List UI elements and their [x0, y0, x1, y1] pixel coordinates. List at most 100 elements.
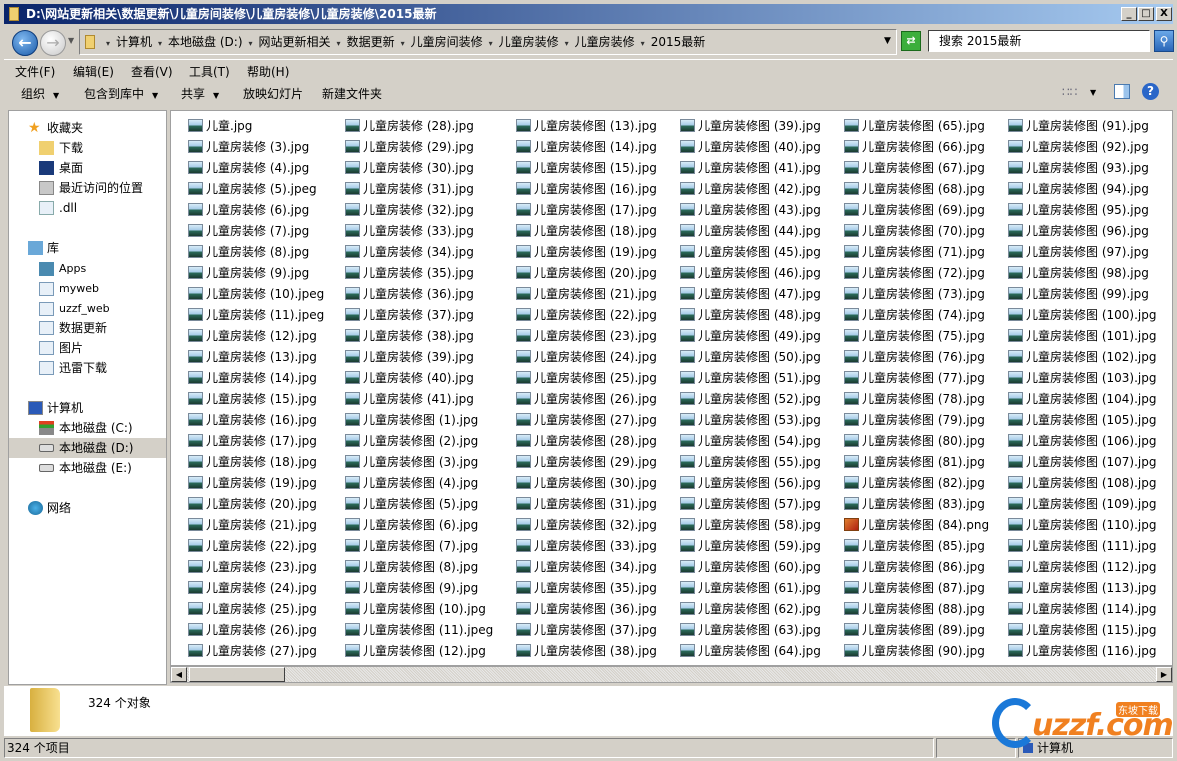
breadcrumb-item[interactable]: ▾ 儿童房装修 [565, 35, 635, 49]
breadcrumb-chevron-icon[interactable]: ▾ [337, 39, 341, 48]
nav-myweb[interactable]: myweb [9, 279, 166, 299]
breadcrumb-label: 儿童房间装修 [410, 35, 483, 49]
file-name: 儿童房装修图 (6).jpg [363, 518, 479, 532]
jpeg-image-icon [516, 602, 531, 615]
forward-button[interactable]: → [40, 30, 66, 56]
view-dropdown-icon[interactable]: ▼ [1090, 88, 1096, 97]
nav-label: 数据更新 [59, 321, 108, 335]
jpeg-image-icon [1008, 476, 1023, 489]
breadcrumb-chevron-icon[interactable]: ▾ [158, 39, 162, 48]
nav-apps[interactable]: Apps [9, 259, 166, 279]
jpeg-image-icon [844, 287, 859, 300]
nav-libraries[interactable]: 库 [9, 238, 166, 258]
scroll-left-button[interactable]: ◀ [171, 667, 187, 682]
breadcrumb-label: 儿童房装修 [498, 35, 559, 49]
breadcrumb-label: 本地磁盘 (D:) [168, 35, 243, 49]
computer-icon [28, 401, 43, 415]
file-name: 儿童房装修 (31).jpg [363, 182, 474, 196]
search-input[interactable]: 搜索 2015最新 [928, 30, 1150, 52]
jpeg-image-icon [188, 518, 203, 531]
breadcrumb-label: 2015最新 [650, 35, 706, 49]
breadcrumb-chevron-icon[interactable]: ▾ [106, 39, 110, 48]
breadcrumb-chevron-icon[interactable]: ▾ [489, 39, 493, 48]
jpeg-image-icon [844, 644, 859, 657]
menu-file[interactable]: 文件(F) [15, 63, 55, 80]
jpeg-image-icon [844, 329, 859, 342]
address-bar[interactable]: ▾ 计算机 ▾ 本地磁盘 (D:) ▾ 网站更新相关 ▾ 数据更新 ▾ 儿童房间装修 ▾ 儿童房装修 ▾… [79, 29, 897, 55]
recent-pages-dropdown[interactable]: ▼ [68, 36, 74, 45]
jpeg-image-icon [1008, 266, 1023, 279]
nav-drive-e[interactable]: 本地磁盘 (E:) [9, 458, 166, 478]
breadcrumb-item[interactable]: ▾ 数据更新 [337, 35, 395, 49]
new-folder-button[interactable]: 新建文件夹 [322, 85, 382, 102]
close-button[interactable]: X [1156, 7, 1172, 21]
menu-edit[interactable]: 编辑(E) [73, 63, 114, 80]
nav-computer[interactable]: 计算机 [9, 398, 166, 418]
nav-downloads[interactable]: 下载 [9, 138, 166, 158]
breadcrumb-item[interactable]: ▾ 网站更新相关 [249, 35, 331, 49]
jpeg-image-icon [844, 539, 859, 552]
search-icon[interactable]: ⚲ [1154, 30, 1174, 52]
nav-uzzf-web[interactable]: uzzf_web [9, 299, 166, 319]
maximize-button[interactable]: □ [1138, 7, 1154, 21]
file-name: 儿童房装修 (17).jpg [206, 434, 317, 448]
jpeg-image-icon [1008, 392, 1023, 405]
jpeg-image-icon [844, 623, 859, 636]
nav-desktop[interactable]: 桌面 [9, 158, 166, 178]
jpeg-image-icon [188, 371, 203, 384]
menu-tools[interactable]: 工具(T) [189, 63, 230, 80]
file-name: 儿童房装修图 (103).jpg [1026, 371, 1157, 385]
nav-xunlei[interactable]: 迅雷下载 [9, 358, 166, 378]
scroll-right-button[interactable]: ▶ [1156, 667, 1172, 682]
file-name: 儿童房装修 (12).jpg [206, 329, 317, 343]
breadcrumb-item[interactable]: ▾ 儿童房间装修 [401, 35, 483, 49]
menu-help[interactable]: 帮助(H) [247, 63, 289, 80]
refresh-icon[interactable]: ⇄ [901, 31, 921, 51]
breadcrumb-chevron-icon[interactable]: ▾ [401, 39, 405, 48]
breadcrumb-item[interactable]: ▾ 儿童房装修 [489, 35, 559, 49]
organize-button[interactable]: 组织 ▼ [21, 85, 59, 102]
breadcrumb-item[interactable]: ▾ 本地磁盘 (D:) [158, 35, 242, 49]
minimize-button[interactable]: _ [1121, 7, 1137, 21]
breadcrumb-chevron-icon[interactable]: ▾ [249, 39, 253, 48]
nav-network[interactable]: 网络 [9, 498, 166, 518]
help-icon[interactable]: ? [1142, 83, 1159, 100]
preview-pane-icon[interactable] [1114, 84, 1130, 99]
menu-view[interactable]: 查看(V) [131, 63, 173, 80]
jpeg-image-icon [345, 224, 360, 237]
nav-dll[interactable]: .dll [9, 198, 166, 218]
nav-recent-places[interactable]: 最近访问的位置 [9, 178, 166, 198]
nav-drive-c[interactable]: 本地磁盘 (C:) [9, 418, 166, 438]
file-name: 儿童房装修图 (18).jpg [534, 224, 657, 238]
address-dropdown[interactable]: ▼ [884, 36, 891, 46]
horizontal-scrollbar[interactable]: ◀ ▶ [170, 666, 1173, 683]
jpeg-image-icon [844, 350, 859, 363]
breadcrumb-item[interactable]: ▾ 计算机 [106, 35, 152, 49]
jpeg-image-icon [516, 434, 531, 447]
jpeg-image-icon [516, 560, 531, 573]
back-button[interactable]: ← [12, 30, 38, 56]
file-name: 儿童房装修图 (9).jpg [363, 581, 479, 595]
file-name: 儿童房装修图 (82).jpg [862, 476, 985, 490]
nav-data-update[interactable]: 数据更新 [9, 318, 166, 338]
include-in-library-button[interactable]: 包含到库中 ▼ [84, 85, 158, 102]
view-options-icon[interactable]: ∷∷ [1062, 85, 1077, 99]
file-name: 儿童房装修图 (13).jpg [534, 119, 657, 133]
file-name: 儿童房装修图 (69).jpg [862, 203, 985, 217]
nav-drive-d[interactable]: 本地磁盘 (D:) [9, 438, 166, 458]
scroll-thumb[interactable] [189, 667, 285, 682]
nav-favorites[interactable]: ★ 收藏夹 [9, 118, 166, 138]
nav-pictures[interactable]: 图片 [9, 338, 166, 358]
breadcrumb-item[interactable]: ▾ 2015最新 [641, 35, 706, 49]
share-button[interactable]: 共享 ▼ [181, 85, 219, 102]
slideshow-button[interactable]: 放映幻灯片 [243, 85, 303, 102]
jpeg-image-icon [680, 413, 695, 426]
file-name: 儿童房装修图 (105).jpg [1026, 413, 1157, 427]
jpeg-image-icon [516, 203, 531, 216]
breadcrumb-chevron-icon[interactable]: ▾ [565, 39, 569, 48]
jpeg-image-icon [188, 455, 203, 468]
jpeg-image-icon [188, 392, 203, 405]
file-name: 儿童房装修图 (77).jpg [862, 371, 985, 385]
file-name: 儿童房装修图 (11).jpeg [363, 623, 494, 637]
breadcrumb-chevron-icon[interactable]: ▾ [641, 39, 645, 48]
